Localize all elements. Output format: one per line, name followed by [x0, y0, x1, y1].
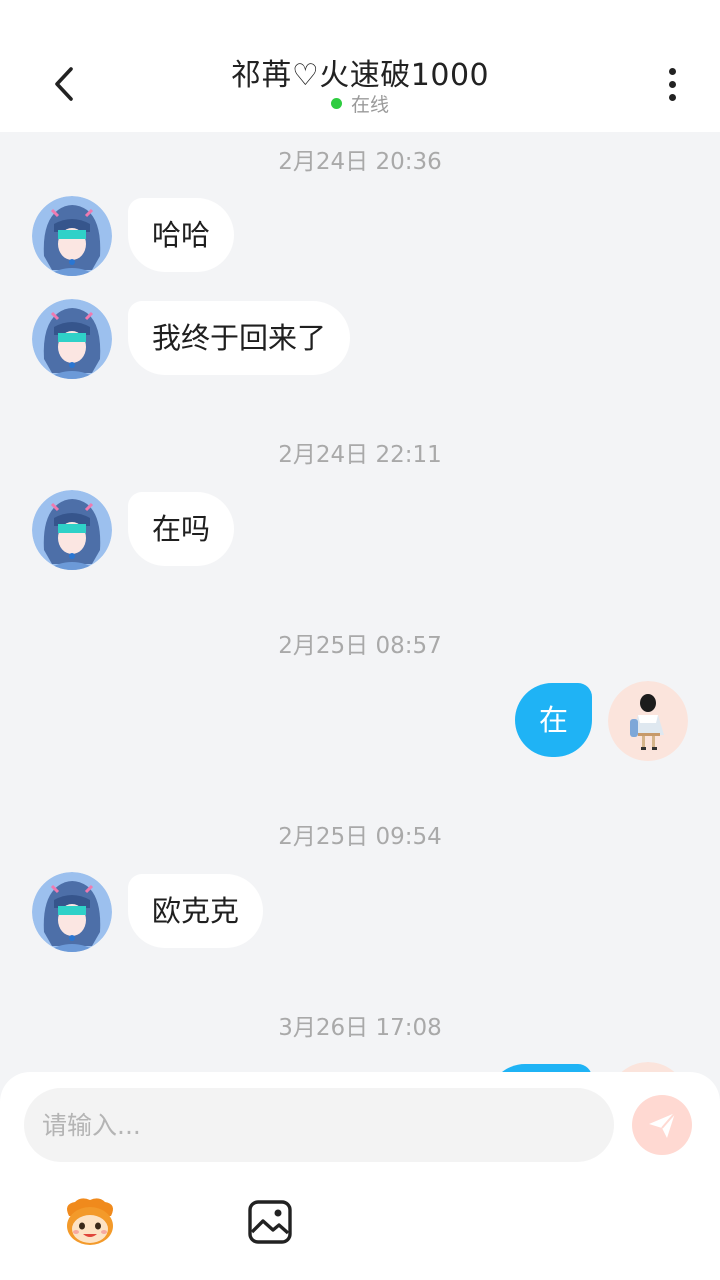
more-options-button[interactable]: [650, 62, 694, 106]
status-label: 在线: [350, 94, 389, 116]
more-dot: [668, 67, 676, 75]
contact-avatar[interactable]: [32, 490, 112, 570]
message-timestamp: 2月25日 08:57: [278, 633, 442, 659]
message-bubble[interactable]: [488, 1064, 592, 1072]
image-icon: [248, 1200, 292, 1244]
message-timestamp: 2月24日 20:36: [278, 149, 442, 175]
contact-avatar[interactable]: [32, 872, 112, 952]
emoji-button[interactable]: [60, 1192, 120, 1252]
message-timestamp: 2月25日 09:54: [278, 824, 442, 850]
online-dot-icon: [330, 98, 342, 109]
online-status: 在线: [0, 90, 720, 117]
message-timestamp: 2月24日 22:11: [278, 442, 442, 468]
emoji-icon: [67, 1198, 113, 1245]
message-bubble[interactable]: 在吗: [128, 492, 235, 566]
user-avatar[interactable]: [608, 681, 688, 761]
chat-header: 祁苒♡火速破1000 在线: [0, 0, 720, 132]
message-row-incoming: 哈哈: [0, 196, 720, 276]
composer-panel: [0, 1072, 720, 1280]
more-dot: [668, 93, 676, 101]
message-row-incoming: 在吗: [0, 490, 720, 570]
message-bubble[interactable]: 哈哈: [128, 198, 235, 272]
send-paper-plane-icon: [649, 1112, 676, 1138]
message-row-outgoing: [0, 1062, 720, 1072]
message-row-outgoing: 在: [0, 681, 720, 761]
image-button[interactable]: [240, 1192, 300, 1252]
contact-name: 祁苒♡火速破1000: [230, 58, 490, 93]
message-bubble[interactable]: 在: [514, 683, 592, 757]
message-timestamp: 3月26日 17:08: [278, 1015, 442, 1041]
message-bubble[interactable]: 我终于回来了: [128, 301, 351, 375]
message-row-incoming: 我终于回来了: [0, 299, 720, 379]
contact-avatar[interactable]: [32, 299, 112, 379]
message-list[interactable]: 2月24日 20:36 哈哈 我终于回来了 2月24日 22:11 在吗 2月2…: [0, 132, 720, 1072]
message-input[interactable]: [24, 1088, 614, 1162]
user-avatar[interactable]: [608, 1062, 688, 1072]
contact-avatar[interactable]: [32, 196, 112, 276]
more-dot: [668, 80, 676, 88]
message-row-incoming: 欧克克: [0, 872, 720, 952]
message-bubble[interactable]: 欧克克: [128, 874, 264, 948]
send-button[interactable]: [632, 1095, 692, 1155]
